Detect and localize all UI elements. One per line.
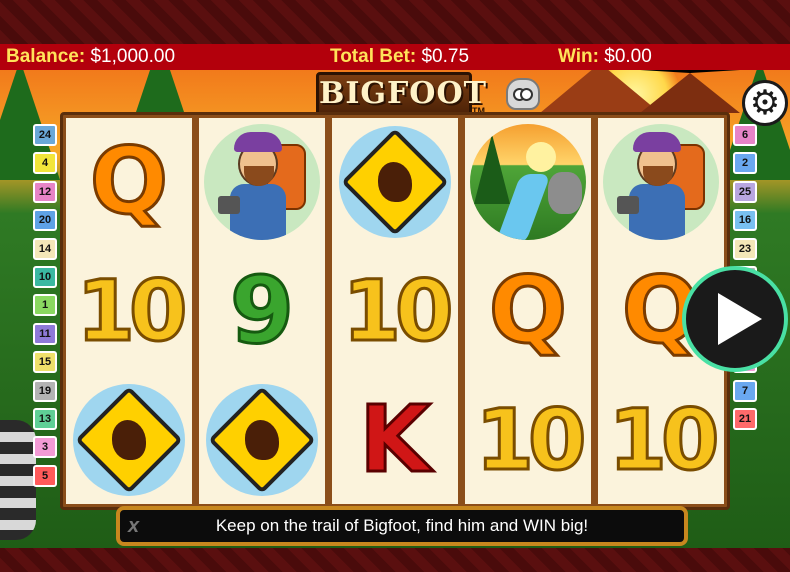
symbol-bigfoot-sign: [73, 384, 185, 496]
logo-text: BIGFOOT: [319, 76, 487, 111]
reel-1: Q 10: [66, 118, 192, 504]
win-label: Win:: [558, 46, 599, 67]
symbol-bigfoot-sign: [339, 126, 451, 238]
total-bet-display: Total Bet: $0.75: [330, 46, 469, 68]
gear-icon: ⚙: [749, 84, 781, 122]
payline-indicator-left[interactable]: 13: [33, 407, 57, 430]
payline-indicator-right[interactable]: 7: [733, 379, 757, 402]
payline-indicator-left[interactable]: 24: [33, 124, 57, 146]
reel-cell: Q: [465, 247, 591, 375]
symbol-10: 10: [607, 391, 721, 489]
payline-indicator-left[interactable]: 12: [33, 180, 57, 203]
win-display: Win: $0.00: [558, 46, 652, 68]
bigfoot-footprint-icon: [245, 420, 279, 460]
payline-indicator-left[interactable]: 11: [33, 322, 57, 345]
reel-cell: [598, 118, 724, 246]
symbol-q: Q: [88, 128, 169, 235]
symbol-bigfoot-sign: [206, 384, 318, 496]
payline-indicator-left[interactable]: 10: [33, 265, 57, 288]
payline-indicator-right[interactable]: 25: [733, 180, 757, 203]
symbol-9: 9: [228, 257, 295, 364]
reel-cell: 10: [465, 376, 591, 504]
top-decorative-band: [0, 0, 790, 44]
message-text: Keep on the trail of Bigfoot, find him a…: [215, 516, 589, 535]
reel-cell: 10: [66, 247, 192, 375]
bottom-decorative-band: [0, 548, 790, 572]
win-value: $0.00: [604, 46, 652, 67]
reel-cell: [465, 118, 591, 246]
symbol-river-scene: [470, 124, 586, 240]
reel-4: Q 10: [465, 118, 591, 504]
status-bar: Balance: $1,000.00 Total Bet: $0.75 Win:…: [0, 44, 790, 70]
symbol-10: 10: [75, 262, 189, 360]
symbol-hiker: [603, 124, 719, 240]
reel-cell: Q: [66, 118, 192, 246]
owl-decoration: [506, 78, 540, 110]
balance-label: Balance:: [6, 46, 86, 67]
payline-indicator-right[interactable]: 2: [733, 152, 757, 175]
reel-cell: 9: [199, 247, 325, 375]
play-icon: [718, 293, 762, 345]
settings-button[interactable]: ⚙: [742, 80, 788, 126]
message-bar: x Keep on the trail of Bigfoot, find him…: [116, 506, 688, 546]
payline-indicator-right[interactable]: 21: [733, 407, 757, 430]
raccoon-tail-decoration: [0, 420, 36, 540]
reel-cell: [199, 376, 325, 504]
close-icon[interactable]: x: [128, 510, 139, 542]
reel-3: 10 K: [332, 118, 458, 504]
symbol-hiker: [204, 124, 320, 240]
symbol-10: 10: [474, 391, 588, 489]
payline-indicator-left[interactable]: 5: [33, 464, 57, 487]
reel-2: 9: [199, 118, 325, 504]
total-bet-value: $0.75: [421, 46, 470, 67]
payline-indicator-left[interactable]: 1: [33, 294, 57, 317]
symbol-k: K: [358, 386, 432, 493]
symbol-q: Q: [487, 257, 568, 364]
reel-cell: [332, 118, 458, 246]
balance-display: Balance: $1,000.00: [6, 46, 175, 68]
payline-indicator-right[interactable]: 23: [733, 237, 757, 260]
payline-indicators-left: 24 4 12 20 14 10 1 11 15 19 13 3 5: [33, 124, 57, 493]
payline-indicator-right[interactable]: 16: [733, 209, 757, 232]
game-logo: BIGFOOT: [316, 72, 486, 116]
symbol-10: 10: [341, 262, 455, 360]
payline-indicator-left[interactable]: 3: [33, 436, 57, 459]
balance-value: $1,000.00: [90, 46, 176, 67]
reel-cell: K: [332, 376, 458, 504]
payline-indicator-left[interactable]: 15: [33, 351, 57, 374]
bigfoot-footprint-icon: [112, 420, 146, 460]
reel-cell: [66, 376, 192, 504]
bigfoot-footprint-icon: [378, 162, 412, 202]
reel-cell: 10: [332, 247, 458, 375]
payline-indicator-left[interactable]: 20: [33, 209, 57, 232]
payline-indicator-left[interactable]: 19: [33, 379, 57, 402]
payline-indicator-left[interactable]: 14: [33, 237, 57, 260]
payline-indicator-right[interactable]: 6: [733, 124, 757, 146]
reel-cell: 10: [598, 376, 724, 504]
spin-button[interactable]: [682, 266, 788, 372]
reel-cell: [199, 118, 325, 246]
payline-indicator-left[interactable]: 4: [33, 152, 57, 175]
total-bet-label: Total Bet:: [330, 46, 417, 67]
